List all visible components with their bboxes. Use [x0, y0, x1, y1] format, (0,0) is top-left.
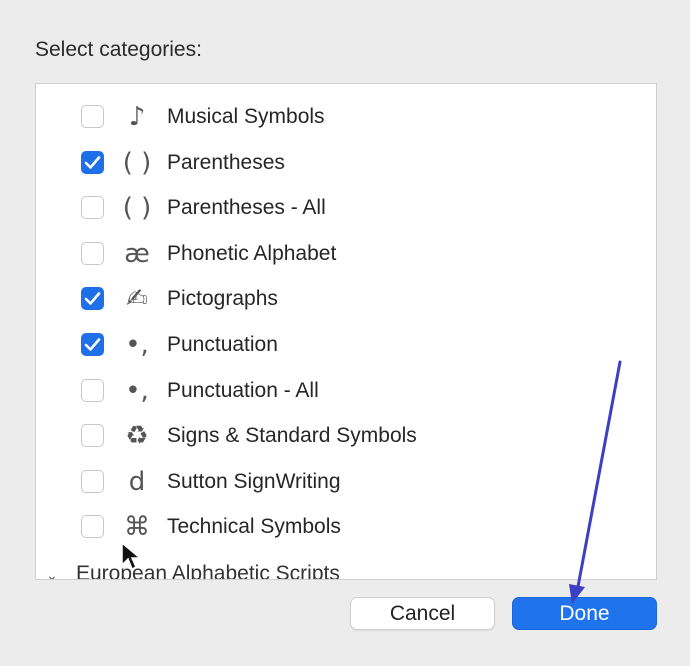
- ae-ligature-icon: æ: [124, 238, 150, 269]
- checkbox-unchecked[interactable]: [81, 196, 104, 220]
- chevron-down-icon[interactable]: ⌄: [46, 568, 58, 579]
- category-row[interactable]: d Sutton SignWriting: [36, 460, 656, 504]
- group-label: European Alphabetic Scripts: [76, 562, 340, 580]
- category-label: Musical Symbols: [167, 105, 325, 128]
- category-row[interactable]: æ Phonetic Alphabet: [36, 232, 656, 276]
- category-row[interactable]: ( ) Parentheses - All: [36, 186, 656, 230]
- musical-note-icon: ♪: [128, 102, 146, 132]
- dialog-prompt: Select categories:: [35, 38, 202, 61]
- checkbox-unchecked[interactable]: [81, 378, 104, 402]
- category-row[interactable]: •, Punctuation - All: [36, 369, 656, 413]
- category-row[interactable]: ( ) Parentheses: [36, 141, 656, 185]
- sutton-signwriting-icon: d: [128, 466, 146, 497]
- category-label: Parentheses: [167, 150, 285, 174]
- category-label: Punctuation: [167, 333, 278, 356]
- checkbox-unchecked[interactable]: [81, 515, 104, 539]
- checkbox-checked[interactable]: [81, 150, 104, 174]
- category-row[interactable]: •, Punctuation: [36, 323, 656, 367]
- checkbox-unchecked[interactable]: [81, 241, 104, 265]
- parentheses-icon: ( ): [122, 193, 152, 224]
- category-label: Phonetic Alphabet: [167, 241, 337, 265]
- command-icon: ⌘: [124, 512, 150, 543]
- writing-hand-icon: ✍: [126, 284, 148, 315]
- punctuation-icon: •,: [125, 330, 149, 360]
- recycle-icon: ♻: [125, 421, 149, 452]
- category-row[interactable]: ✍ Pictographs: [36, 277, 656, 321]
- checkbox-checked[interactable]: [81, 333, 104, 356]
- checkbox-unchecked[interactable]: [81, 424, 104, 448]
- category-label: Signs & Standard Symbols: [167, 424, 417, 448]
- category-row[interactable]: ♻ Signs & Standard Symbols: [36, 414, 656, 458]
- checkbox-unchecked[interactable]: [81, 469, 104, 493]
- checkbox-unchecked[interactable]: [81, 105, 104, 128]
- done-button[interactable]: Done: [512, 597, 657, 630]
- category-label: Sutton SignWriting: [167, 469, 341, 493]
- category-label: Technical Symbols: [167, 515, 341, 539]
- category-label: Punctuation - All: [167, 378, 319, 402]
- category-list[interactable]: ♪ Musical Symbols ( ) Parentheses ( ) Parenth…: [35, 83, 657, 580]
- category-label: Parentheses - All: [167, 196, 326, 220]
- cancel-button[interactable]: Cancel: [350, 597, 495, 630]
- checkbox-checked[interactable]: [81, 287, 104, 311]
- mouse-cursor-icon: [121, 541, 142, 571]
- parentheses-icon: ( ): [122, 147, 152, 178]
- punctuation-icon: •,: [125, 375, 149, 406]
- category-label: Pictographs: [167, 287, 278, 311]
- category-row[interactable]: ♪ Musical Symbols: [36, 95, 656, 139]
